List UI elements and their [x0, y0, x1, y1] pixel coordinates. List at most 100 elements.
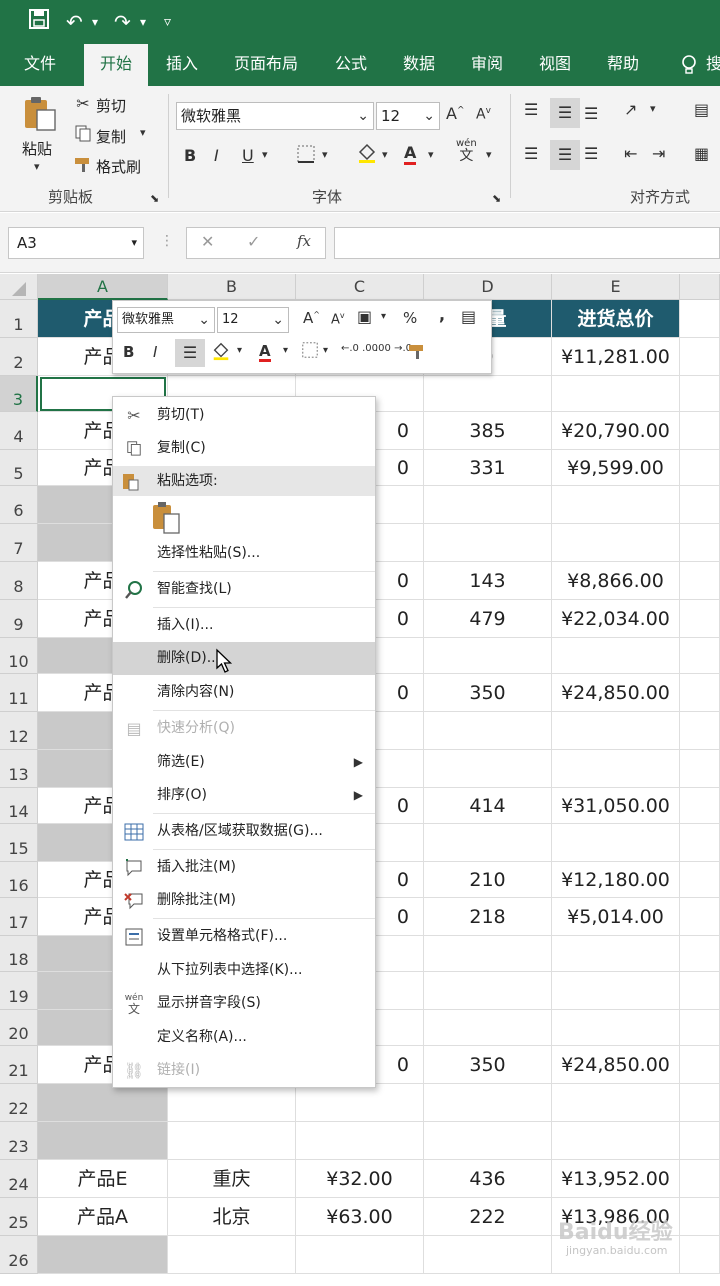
merge-center-icon[interactable]: ▦ [694, 144, 709, 163]
cell-e2[interactable]: ¥11,281.00 [552, 338, 680, 376]
font-color-dropdown-icon[interactable]: ▾ [428, 148, 434, 161]
cell-d20[interactable] [424, 1010, 552, 1046]
paste-option-icon[interactable] [151, 501, 185, 535]
tab-review[interactable]: 审阅 [458, 44, 516, 86]
row-header-17[interactable]: 17 [0, 898, 38, 936]
align-right-icon[interactable]: ☰ [584, 144, 598, 163]
row-header-26[interactable]: 26 [0, 1236, 38, 1274]
enter-icon[interactable]: ✓ [247, 232, 260, 251]
cell-d16[interactable]: 210 [424, 862, 552, 898]
menu-item-format-cells[interactable]: 设置单元格格式(F)... [113, 920, 375, 953]
row-header-2[interactable]: 2 [0, 338, 38, 376]
align-top-icon[interactable]: ☰ [524, 100, 538, 119]
cell-f26[interactable] [680, 1236, 720, 1274]
align-center-icon[interactable]: ☰ [550, 140, 580, 170]
cell-f4[interactable] [680, 412, 720, 450]
column-header-f[interactable] [680, 274, 720, 300]
cell-f17[interactable] [680, 898, 720, 936]
clipboard-launcher-icon[interactable]: ⬊ [150, 192, 159, 205]
cell-f10[interactable] [680, 638, 720, 674]
cell-d11[interactable]: 350 [424, 674, 552, 712]
cell-d23[interactable] [424, 1122, 552, 1160]
column-header-d[interactable]: D [424, 274, 552, 300]
cell-e7[interactable] [552, 524, 680, 562]
row-header-3[interactable]: 3 [0, 376, 38, 412]
name-box[interactable]: A3 ▾ [8, 227, 144, 259]
cell-f2[interactable] [680, 338, 720, 376]
cell-e15[interactable] [552, 824, 680, 862]
menu-item-sort[interactable]: 排序(O) ▶ [113, 779, 375, 812]
cell-e14[interactable]: ¥31,050.00 [552, 788, 680, 824]
tab-page-layout[interactable]: 页面布局 [222, 44, 310, 86]
cell-f14[interactable] [680, 788, 720, 824]
row-header-25[interactable]: 25 [0, 1198, 38, 1236]
cell-d13[interactable] [424, 750, 552, 788]
cell-f7[interactable] [680, 524, 720, 562]
font-name-combo[interactable]: 微软雅黑 ⌄ [176, 102, 374, 130]
menu-item-delete[interactable]: 删除(D)... [113, 642, 375, 675]
row-header-22[interactable]: 22 [0, 1084, 38, 1122]
cell-d14[interactable]: 414 [424, 788, 552, 824]
mini-font-color-button[interactable]: A [259, 343, 271, 362]
cell-a25[interactable]: 产品A [38, 1198, 168, 1236]
cell-f1[interactable] [680, 300, 720, 338]
insert-function-icon[interactable]: fx [297, 232, 311, 250]
cell-f3[interactable] [680, 376, 720, 412]
formula-input[interactable] [334, 227, 720, 259]
cell-e18[interactable] [552, 936, 680, 972]
mini-font-color-dropdown-icon[interactable]: ▾ [283, 345, 288, 356]
menu-item-clear-contents[interactable]: 清除内容(N) [113, 676, 375, 709]
cell-f6[interactable] [680, 486, 720, 524]
cell-d17[interactable]: 218 [424, 898, 552, 936]
cell-a26[interactable] [38, 1236, 168, 1274]
row-header-15[interactable]: 15 [0, 824, 38, 862]
cell-f20[interactable] [680, 1010, 720, 1046]
cell-b25[interactable]: 北京 [168, 1198, 296, 1236]
mini-format-icon[interactable]: ▤ [461, 307, 476, 326]
cell-d19[interactable] [424, 972, 552, 1010]
chevron-down-icon[interactable]: ⌄ [198, 308, 210, 332]
row-header-1[interactable]: 1 [0, 300, 38, 338]
mini-italic-button[interactable]: I [153, 343, 157, 361]
menu-item-smart-lookup[interactable]: 智能查找(L) [113, 573, 375, 606]
cell-f22[interactable] [680, 1084, 720, 1122]
cell-d22[interactable] [424, 1084, 552, 1122]
menu-item-pick-from-list[interactable]: 从下拉列表中选择(K)... [113, 954, 375, 987]
cell-d12[interactable] [424, 712, 552, 750]
row-header-8[interactable]: 8 [0, 562, 38, 600]
cell-d25[interactable]: 222 [424, 1198, 552, 1236]
cell-d3[interactable] [424, 376, 552, 412]
format-painter-button[interactable]: 格式刷 [96, 156, 141, 177]
chevron-down-icon[interactable]: ⌄ [357, 103, 369, 129]
row-header-21[interactable]: 21 [0, 1046, 38, 1084]
row-header-13[interactable]: 13 [0, 750, 38, 788]
tab-formulas[interactable]: 公式 [322, 44, 380, 86]
cell-f16[interactable] [680, 862, 720, 898]
mini-border-dropdown-icon[interactable]: ▾ [323, 345, 328, 356]
row-header-23[interactable]: 23 [0, 1122, 38, 1160]
cell-e9[interactable]: ¥22,034.00 [552, 600, 680, 638]
cell-d26[interactable] [424, 1236, 552, 1274]
cell-c23[interactable] [296, 1122, 424, 1160]
row-header-10[interactable]: 10 [0, 638, 38, 674]
increase-decimal-button[interactable]: ←.0 .00 [341, 343, 378, 354]
mini-cell-styles-icon[interactable]: ▣ [357, 307, 372, 326]
column-header-a[interactable]: A [38, 274, 168, 300]
cell-d10[interactable] [424, 638, 552, 674]
cell-f5[interactable] [680, 450, 720, 486]
phonetic-dropdown-icon[interactable]: ▾ [486, 148, 492, 161]
cell-d8[interactable]: 143 [424, 562, 552, 600]
tab-insert[interactable]: 插入 [154, 44, 210, 86]
mini-decrease-font-icon[interactable]: Av [331, 311, 345, 327]
cell-f15[interactable] [680, 824, 720, 862]
wrap-text-icon[interactable]: ▤ [694, 100, 709, 119]
cell-f12[interactable] [680, 712, 720, 750]
font-color-icon[interactable]: A [404, 144, 417, 165]
cell-e23[interactable] [552, 1122, 680, 1160]
row-header-24[interactable]: 24 [0, 1160, 38, 1198]
cell-e6[interactable] [552, 486, 680, 524]
comma-button[interactable]: , [439, 305, 445, 324]
font-size-combo[interactable]: 12 ⌄ [376, 102, 440, 130]
cell-c24[interactable]: ¥32.00 [296, 1160, 424, 1198]
cell-e16[interactable]: ¥12,180.00 [552, 862, 680, 898]
